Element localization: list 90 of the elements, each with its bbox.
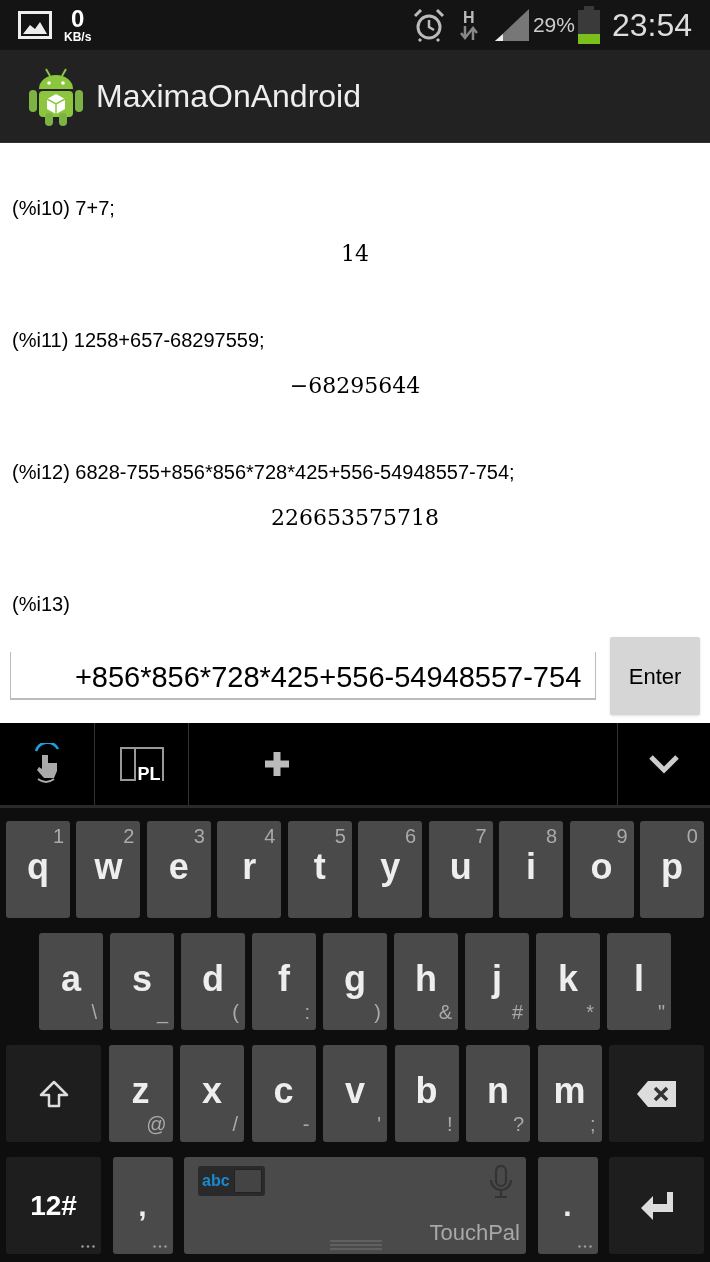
more-dots-icon bbox=[152, 1245, 167, 1248]
signal-icon bbox=[494, 9, 529, 41]
key-hint: _ bbox=[156, 1002, 168, 1022]
key-hint: ; bbox=[589, 1114, 596, 1134]
key-hint: " bbox=[657, 1002, 665, 1022]
keyboard-brand: TouchPal bbox=[429, 1222, 520, 1244]
input-line: (%i11) 1258+657-68297559; bbox=[11, 328, 266, 353]
symbols-key[interactable]: 12# bbox=[6, 1157, 101, 1254]
keyboard-key[interactable]: z @ bbox=[108, 1045, 173, 1142]
keyboard-key[interactable]: j # bbox=[465, 933, 529, 1030]
speed-unit: KB/s bbox=[64, 31, 92, 43]
output-result: 226653575718 bbox=[271, 504, 439, 532]
keyboard-key[interactable]: h & bbox=[394, 933, 458, 1030]
enter-button[interactable]: Enter bbox=[610, 637, 700, 715]
key-hint: 3 bbox=[193, 826, 205, 846]
key-hint: ! bbox=[446, 1114, 453, 1134]
keyboard-key[interactable]: q 1 bbox=[6, 821, 70, 918]
keyboard-key[interactable]: w 2 bbox=[76, 821, 141, 918]
key-hint: - bbox=[302, 1114, 310, 1134]
app-title: MaximaOnAndroid bbox=[96, 77, 361, 116]
key-hint: ? bbox=[512, 1114, 524, 1134]
space-key[interactable]: abc TouchPal bbox=[184, 1157, 526, 1254]
backspace-icon bbox=[635, 1078, 678, 1109]
keyboard-key[interactable]: i 8 bbox=[499, 821, 564, 918]
layout-button[interactable]: PL bbox=[95, 723, 189, 805]
key-hint: ( bbox=[232, 1002, 239, 1022]
keyboard-key[interactable]: p 0 bbox=[639, 821, 704, 918]
alarm-clock-icon bbox=[412, 8, 445, 42]
shift-key[interactable] bbox=[6, 1045, 101, 1142]
keyboard-key[interactable]: n ? bbox=[466, 1045, 530, 1142]
chevron-down-icon bbox=[648, 754, 680, 774]
plus-icon bbox=[263, 750, 291, 778]
network-type: H bbox=[463, 10, 475, 26]
key-hint: ' bbox=[377, 1114, 381, 1134]
key-hint: 8 bbox=[545, 826, 558, 846]
key-hint: # bbox=[511, 1002, 523, 1022]
keyboard-key[interactable]: f : bbox=[252, 933, 316, 1030]
keyboard-key[interactable]: d ( bbox=[181, 933, 245, 1030]
data-arrows-icon bbox=[458, 26, 479, 40]
clock: 23:54 bbox=[611, 6, 692, 45]
input-line: (%i12) 6828-755+856*856*728*425+556-54948557-754; bbox=[11, 460, 516, 485]
key-hint: * bbox=[586, 1002, 594, 1022]
more-dots-icon bbox=[81, 1245, 95, 1248]
keyboard-key[interactable]: a \ bbox=[39, 933, 103, 1030]
shift-icon bbox=[38, 1078, 69, 1109]
output-result: 14 bbox=[341, 240, 369, 268]
keyboard-key[interactable]: v ' bbox=[323, 1045, 387, 1142]
keyboard-key[interactable]: . bbox=[537, 1157, 598, 1254]
keyboard-key[interactable]: x / bbox=[180, 1045, 244, 1142]
key-hint: 5 bbox=[334, 826, 346, 846]
enter-key[interactable] bbox=[609, 1157, 704, 1254]
keyboard-key[interactable]: b ! bbox=[394, 1045, 459, 1142]
key-hint: 2 bbox=[123, 826, 135, 846]
language-toggle[interactable]: abc bbox=[198, 1166, 265, 1196]
keyboard-key[interactable]: c - bbox=[251, 1045, 316, 1142]
input-line: (%i10) 7+7; bbox=[11, 196, 116, 221]
keyboard-key[interactable]: l " bbox=[607, 933, 671, 1030]
expression-input[interactable]: +856*856*728*425+556-54948557-754 bbox=[10, 652, 597, 700]
microphone-icon bbox=[488, 1165, 514, 1199]
network-speed: 0 bbox=[71, 7, 85, 31]
key-hint: ) bbox=[374, 1002, 381, 1022]
key-hint: / bbox=[232, 1114, 238, 1134]
keyboard-key[interactable]: m ; bbox=[537, 1045, 602, 1142]
key-hint: & bbox=[438, 1002, 452, 1022]
keyboard-key[interactable]: e 3 bbox=[146, 821, 211, 918]
key-hint: 1 bbox=[52, 826, 64, 846]
input-line: (%i13) bbox=[11, 592, 71, 617]
keyboard-key[interactable]: t 5 bbox=[287, 821, 352, 918]
keyboard-key[interactable]: o 9 bbox=[569, 821, 634, 918]
keyboard-key[interactable]: k * bbox=[536, 933, 600, 1030]
keyboard-key[interactable]: r 4 bbox=[217, 821, 282, 918]
key-hint: : bbox=[304, 1002, 310, 1022]
keyboard-key[interactable]: , bbox=[112, 1157, 173, 1254]
output-result: −68295644 bbox=[289, 372, 421, 400]
key-hint: \ bbox=[91, 1002, 97, 1022]
keyboard-key[interactable]: y 6 bbox=[358, 821, 423, 918]
backspace-key[interactable] bbox=[609, 1045, 704, 1142]
key-hint: 0 bbox=[686, 826, 698, 846]
layout-icon: PL bbox=[119, 747, 164, 781]
key-hint: 9 bbox=[616, 826, 628, 846]
keyboard-key[interactable]: u 7 bbox=[428, 821, 493, 918]
keyboard-key[interactable]: g ) bbox=[323, 933, 387, 1030]
battery-percent: 29% bbox=[532, 12, 575, 39]
picture-icon bbox=[18, 11, 52, 39]
key-hint: 7 bbox=[475, 826, 487, 846]
keyboard-key[interactable]: s _ bbox=[110, 933, 174, 1030]
more-dots-icon bbox=[577, 1245, 592, 1248]
key-hint: 4 bbox=[264, 826, 276, 846]
key-hint: @ bbox=[146, 1114, 167, 1134]
key-hint: 6 bbox=[405, 826, 417, 846]
